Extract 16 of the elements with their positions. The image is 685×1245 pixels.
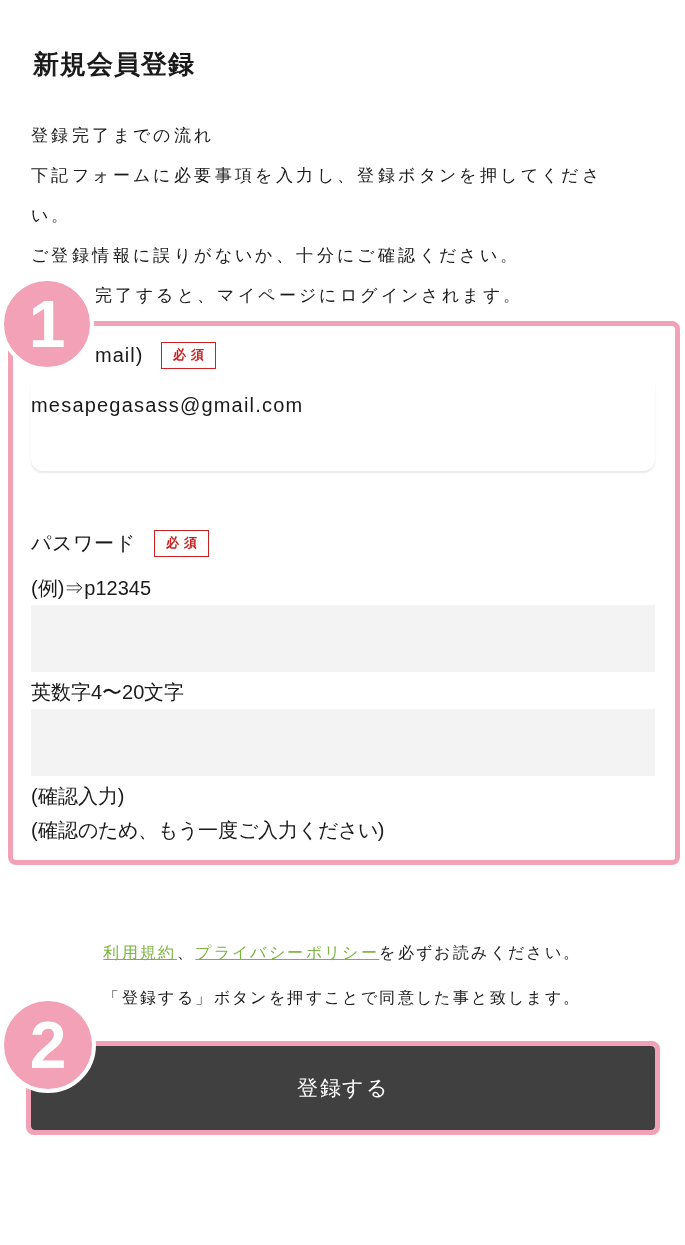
intro-text: ご登録情報に誤りがないか、十分にご確認ください。 xyxy=(31,245,522,267)
required-tag: 必須 xyxy=(154,529,209,557)
field-label: パスワード xyxy=(31,531,136,556)
required-tag: 必須 xyxy=(161,341,217,369)
field-hint: (例)⇒p12345 xyxy=(31,576,153,601)
email-field[interactable]: mesapegasass@gmail.com xyxy=(31,383,655,471)
field-hint: (確認入力) xyxy=(31,784,126,809)
page-title: 新規会員登録 xyxy=(33,48,196,81)
terms-notice: 「登録する」ボタンを押すことで同意した事と致します。 xyxy=(102,988,583,1008)
intro-text: 登録完了までの流れ xyxy=(31,125,216,147)
intro-text: 下記フォームに必要事項を入力し、登録ボタンを押してください。 xyxy=(31,165,604,227)
terms-notice: 利用規約、プライバシーポリシー を必ずお読みください。 xyxy=(102,943,583,963)
intro-text: 完了すると、マイページにログインされます。 xyxy=(95,285,525,307)
field-label: mail) xyxy=(95,343,144,368)
field-hint: (確認のため、もう一度ご入力ください) xyxy=(31,818,386,843)
field-hint: 英数字4〜20文字 xyxy=(31,680,186,705)
